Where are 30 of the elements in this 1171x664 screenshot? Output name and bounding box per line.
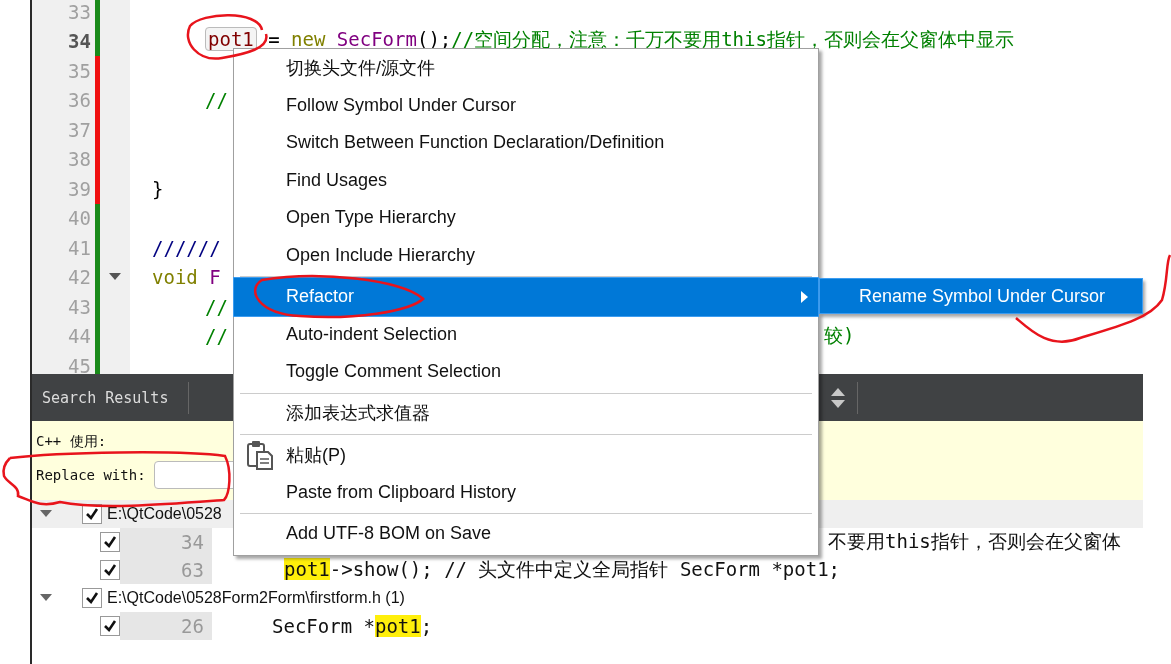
line-number: 63 [120,556,212,584]
line-number: 43 [67,294,92,320]
line-number: 41 [67,235,92,261]
line-number: 44 [67,324,92,350]
match-line: SecForm *pot1; [272,615,433,637]
line-number: 33 [67,0,92,25]
code-line: // [204,295,228,318]
line-number: 34 [67,29,92,55]
code-line: 较) [824,323,855,349]
code-line: } [151,177,164,200]
code-line: // [204,89,228,112]
scope-label: C++ 使用: [36,432,108,451]
line-number: 34 [120,528,212,556]
line-number: 37 [67,117,92,143]
line-number: 26 [120,612,212,640]
line-number: 35 [67,58,92,84]
file-path: E:\QtCode\0528 [107,505,222,523]
line-number: 45 [67,353,92,374]
match-line: pot1->show(); // 头文件中定义全局指针 SecForm *pot1; [284,557,841,582]
code-line: ////// [151,236,221,259]
line-number: 42 [67,265,92,291]
code-line: // [204,325,228,348]
line-number: 38 [67,147,92,173]
line-number: 39 [67,176,92,202]
line-number: 36 [67,88,92,114]
line-number: 40 [67,206,92,232]
replace-label: Replace with: [36,466,146,483]
file-path: E:\QtCode\0528Form2Form\firstform.h (1) [107,589,405,607]
code-line: void F [151,266,221,289]
match-line: 不要用this指针，否则会在父窗体 [828,529,1121,554]
